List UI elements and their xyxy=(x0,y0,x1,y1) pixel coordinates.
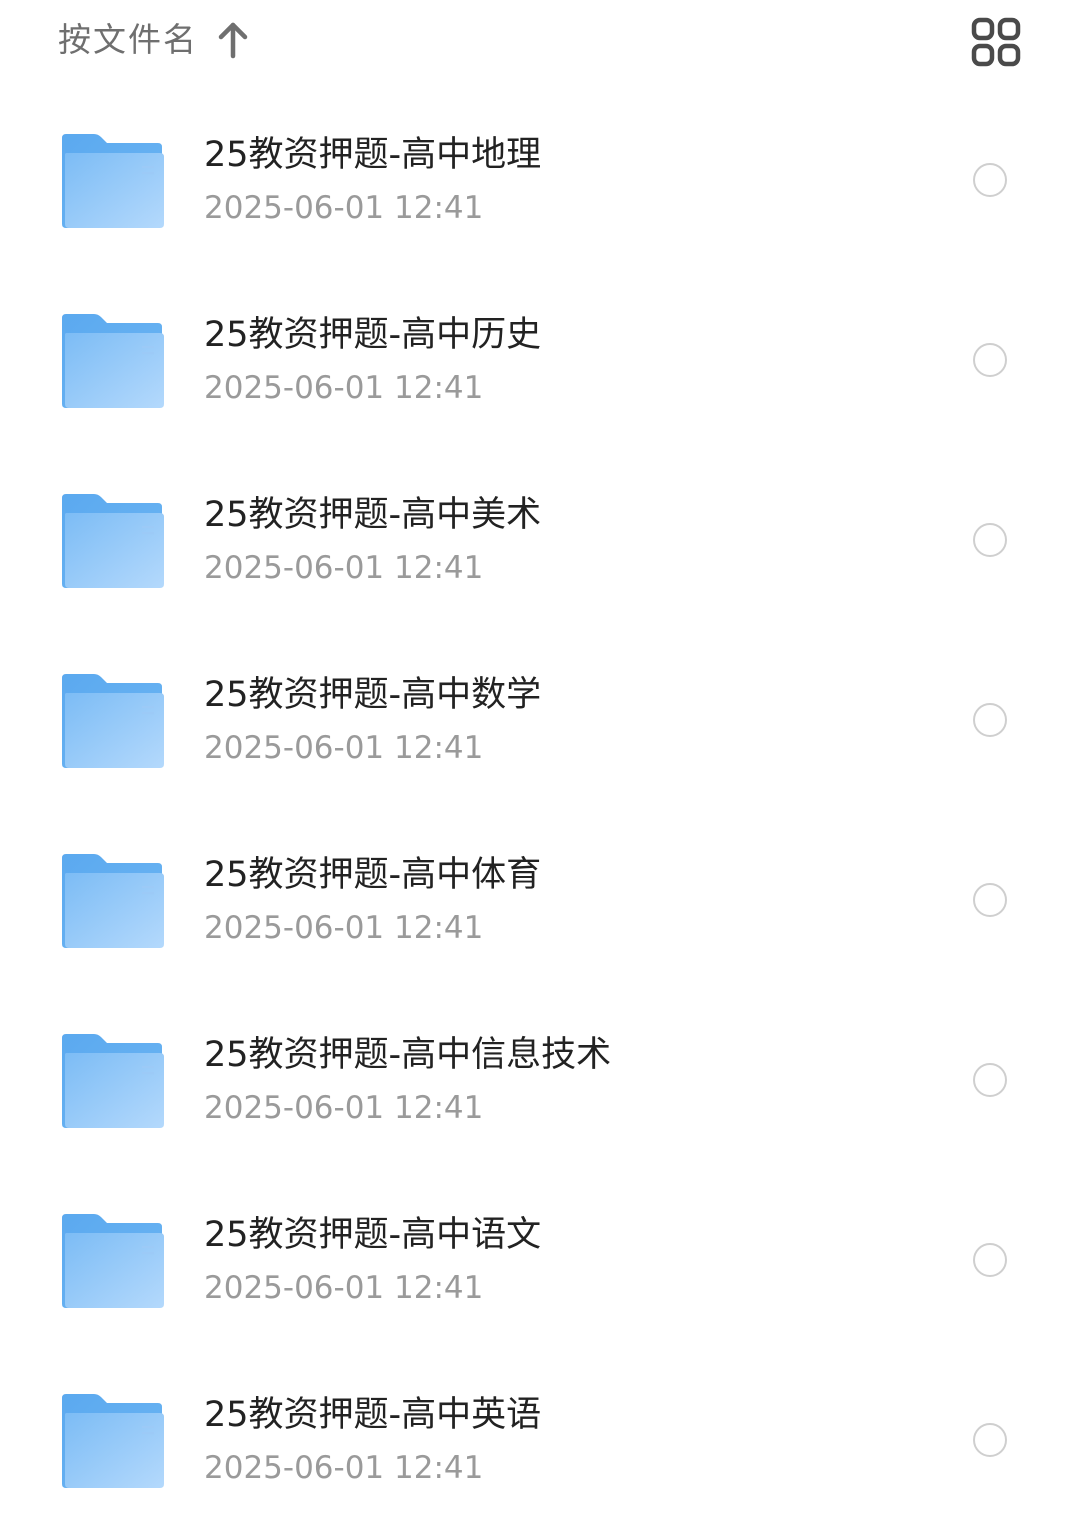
select-radio[interactable] xyxy=(973,703,1007,737)
folder-name: 25教资押题-高中语文 xyxy=(204,1215,542,1255)
file-row[interactable]: 25教资押题-高中体育 2025-06-01 12:41 xyxy=(0,812,1080,992)
folder-name: 25教资押题-高中信息技术 xyxy=(204,1035,612,1075)
folder-name: 25教资押题-高中英语 xyxy=(204,1395,542,1435)
folder-modified-date: 2025-06-01 12:41 xyxy=(204,370,484,406)
folder-name: 25教资押题-高中地理 xyxy=(204,135,542,175)
arrow-up-icon xyxy=(216,20,250,60)
file-row[interactable]: 25教资押题-高中地理 2025-06-01 12:41 xyxy=(0,92,1080,272)
folder-icon xyxy=(60,132,166,230)
folder-icon xyxy=(60,672,166,770)
folder-modified-date: 2025-06-01 12:41 xyxy=(204,1450,484,1486)
select-radio[interactable] xyxy=(973,1423,1007,1457)
folder-name: 25教资押题-高中美术 xyxy=(204,495,542,535)
folder-modified-date: 2025-06-01 12:41 xyxy=(204,730,484,766)
folder-name: 25教资押题-高中体育 xyxy=(204,855,542,895)
folder-icon xyxy=(60,1032,166,1130)
folder-icon xyxy=(60,312,166,410)
sort-by-name-button[interactable]: 按文件名 xyxy=(58,14,250,66)
grid-view-icon[interactable] xyxy=(970,16,1022,68)
file-row[interactable]: 25教资押题-高中历史 2025-06-01 12:41 xyxy=(0,272,1080,452)
sort-label: 按文件名 xyxy=(58,20,198,59)
file-row[interactable]: 25教资押题-高中英语 2025-06-01 12:41 xyxy=(0,1352,1080,1532)
folder-icon xyxy=(60,1392,166,1490)
toolbar: 按文件名 xyxy=(0,0,1080,80)
file-row[interactable]: 25教资押题-高中数学 2025-06-01 12:41 xyxy=(0,632,1080,812)
folder-icon xyxy=(60,852,166,950)
select-radio[interactable] xyxy=(973,883,1007,917)
file-row[interactable]: 25教资押题-高中语文 2025-06-01 12:41 xyxy=(0,1172,1080,1352)
folder-modified-date: 2025-06-01 12:41 xyxy=(204,190,484,226)
file-row[interactable]: 25教资押题-高中美术 2025-06-01 12:41 xyxy=(0,452,1080,632)
select-radio[interactable] xyxy=(973,163,1007,197)
select-radio[interactable] xyxy=(973,1243,1007,1277)
select-radio[interactable] xyxy=(973,1063,1007,1097)
folder-name: 25教资押题-高中历史 xyxy=(204,315,542,355)
folder-modified-date: 2025-06-01 12:41 xyxy=(204,1270,484,1306)
folder-modified-date: 2025-06-01 12:41 xyxy=(204,910,484,946)
file-list: 25教资押题-高中地理 2025-06-01 12:41 25教资押题-高中历史… xyxy=(0,92,1080,1532)
folder-modified-date: 2025-06-01 12:41 xyxy=(204,550,484,586)
folder-icon xyxy=(60,492,166,590)
select-radio[interactable] xyxy=(973,343,1007,377)
folder-modified-date: 2025-06-01 12:41 xyxy=(204,1090,484,1126)
folder-icon xyxy=(60,1212,166,1310)
file-row[interactable]: 25教资押题-高中信息技术 2025-06-01 12:41 xyxy=(0,992,1080,1172)
select-radio[interactable] xyxy=(973,523,1007,557)
folder-name: 25教资押题-高中数学 xyxy=(204,675,542,715)
